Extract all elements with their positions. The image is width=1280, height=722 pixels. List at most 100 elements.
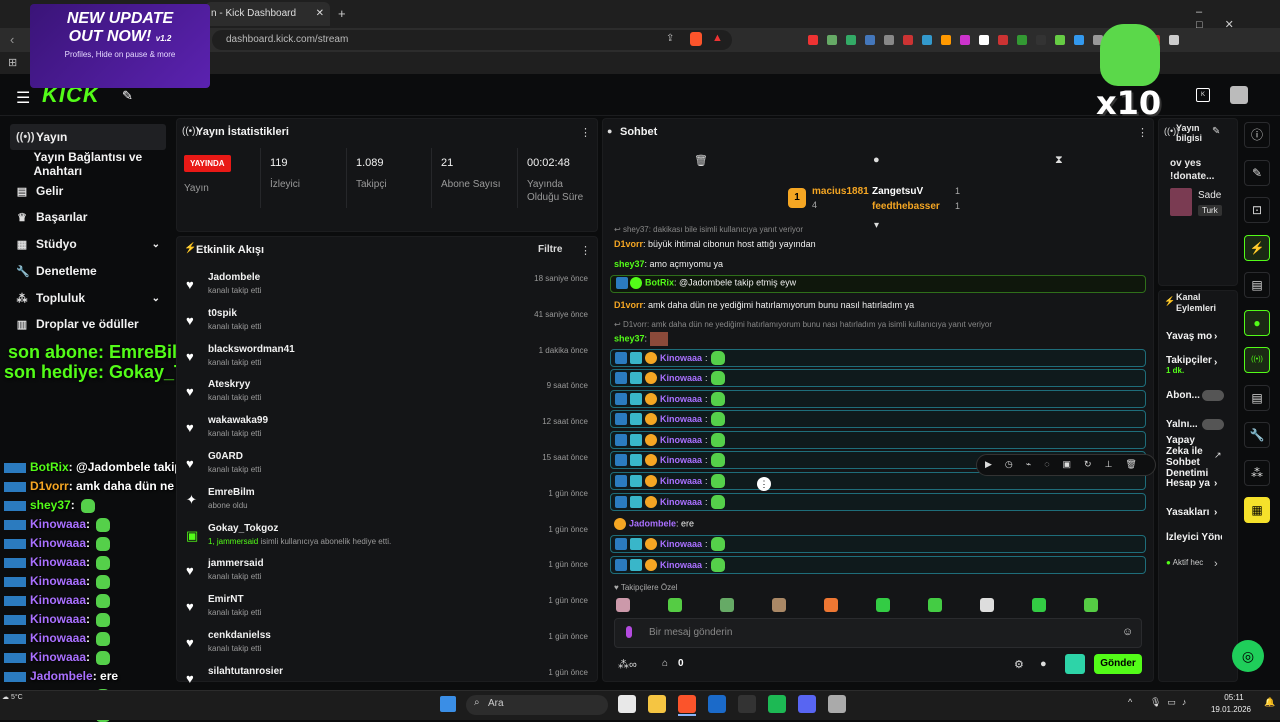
- browser-tab[interactable]: n - Kick Dashboard ✕: [205, 2, 330, 26]
- document-icon[interactable]: ▤: [1244, 272, 1270, 298]
- extension-icon[interactable]: [1055, 35, 1065, 45]
- menu-icon[interactable]: ☰: [16, 88, 30, 108]
- bans-item[interactable]: Yasakları ›: [1166, 507, 1256, 518]
- nodes-icon[interactable]: ⁂: [1244, 459, 1270, 486]
- chat-username[interactable]: shey37: [614, 333, 645, 343]
- new-tab-button[interactable]: +: [338, 6, 346, 21]
- send-button[interactable]: Gönder: [1094, 654, 1142, 674]
- extension-icon[interactable]: [1017, 35, 1027, 45]
- sidebar-item-1[interactable]: Yayın Bağlantısı ve Anahtarı: [10, 150, 166, 178]
- emote-icon[interactable]: [824, 598, 838, 612]
- share-icon[interactable]: ⇪: [666, 33, 674, 44]
- taskbar-app-icon[interactable]: [768, 695, 786, 713]
- hourglass-icon[interactable]: ⧗: [1055, 154, 1063, 167]
- taskbar-app-icon[interactable]: [708, 695, 726, 713]
- chat-username[interactable]: Kinowaaa: [660, 560, 702, 570]
- taskbar-app-icon[interactable]: [828, 695, 846, 713]
- taskbar-search[interactable]: Ara: [466, 695, 608, 715]
- chat-username[interactable]: Kinowaaa: [660, 497, 702, 507]
- chat-username[interactable]: shey37: [614, 259, 645, 269]
- sidebar-item-4[interactable]: ▦ Stüdyo ⌄: [10, 231, 166, 257]
- rewards-icon[interactable]: ▲: [712, 32, 723, 44]
- chat-username[interactable]: D1vorr: [614, 300, 643, 310]
- emote-icon[interactable]: [616, 598, 630, 612]
- leader-first[interactable]: macius1881: [812, 186, 869, 197]
- emote-icon[interactable]: [668, 598, 682, 612]
- viewer-mgmt-item[interactable]: İzleyici Yöneti: [1166, 532, 1222, 543]
- taskbar-app-icon[interactable]: [738, 695, 756, 713]
- store-icon[interactable]: ⌂: [662, 658, 668, 669]
- chat-username[interactable]: D1vorr: [614, 239, 643, 249]
- chat-settings-icon[interactable]: ●: [1040, 658, 1047, 670]
- windows-start-icon[interactable]: [440, 696, 456, 712]
- chat-username[interactable]: Kinowaaa: [660, 353, 702, 363]
- chat-username[interactable]: Kinowaaa: [660, 435, 702, 445]
- apps-icon[interactable]: ⊞: [8, 56, 17, 69]
- followers-mode-item[interactable]: Takipçiler › 1 dk.: [1166, 355, 1256, 375]
- extension-icon[interactable]: [941, 35, 951, 45]
- sidebar-item-3[interactable]: ♛ Başarılar: [10, 204, 166, 230]
- chat-username[interactable]: Kinowaaa: [660, 539, 702, 549]
- extension-icon[interactable]: [1074, 35, 1084, 45]
- chat-username[interactable]: Kinowaaa: [660, 373, 702, 383]
- wrench-icon[interactable]: 🔧: [1244, 422, 1270, 448]
- brave-shield-icon[interactable]: [690, 32, 702, 46]
- layout-icon[interactable]: ▤: [1244, 384, 1270, 411]
- pencil-icon[interactable]: ✎: [1244, 159, 1270, 186]
- emote-icon[interactable]: [1032, 598, 1046, 612]
- chat-username[interactable]: Jadombele: [629, 518, 676, 528]
- ai-moderation-item[interactable]: Yapay Zeka ile Sohbet Denetimi: [1166, 435, 1212, 479]
- mic-icon[interactable]: [626, 626, 632, 638]
- sidebar-item-2[interactable]: ▤ Gelir: [10, 178, 166, 204]
- emote-icon[interactable]: [928, 598, 942, 612]
- leader-third[interactable]: feedthebasser: [872, 201, 940, 212]
- taskbar-app-icon[interactable]: [678, 695, 696, 713]
- camera-icon[interactable]: ⊡: [1244, 197, 1270, 223]
- info-icon[interactable]: ⓘ: [1244, 122, 1270, 148]
- avatar[interactable]: [1230, 86, 1248, 104]
- notification-icon[interactable]: 🔔: [1264, 697, 1275, 708]
- emote-icon[interactable]: [720, 598, 734, 612]
- chat-username[interactable]: Kinowaaa: [660, 414, 702, 424]
- extension-icon[interactable]: [979, 35, 989, 45]
- stats-menu-icon[interactable]: ⋮: [580, 126, 591, 139]
- taskbar-app-icon[interactable]: [618, 695, 636, 713]
- emote-icon[interactable]: [876, 598, 890, 612]
- subs-only-toggle[interactable]: [1202, 390, 1224, 401]
- info-icon[interactable]: ⋮: [757, 477, 771, 491]
- emoji-icon[interactable]: ☺: [1122, 626, 1133, 638]
- extension-icon[interactable]: [1169, 35, 1179, 45]
- chat-username[interactable]: Kinowaaa: [660, 455, 702, 465]
- chat-menu-icon[interactable]: ⋮: [1137, 126, 1148, 139]
- chat-bubble-icon[interactable]: ●: [873, 154, 880, 166]
- settings-icon[interactable]: ⚙: [1014, 658, 1024, 671]
- chat-icon[interactable]: ●: [1244, 309, 1270, 336]
- slow-mode-item[interactable]: Yavaş mo ›: [1166, 331, 1256, 342]
- subs-only-item[interactable]: Abon...: [1166, 390, 1256, 401]
- weather-icon[interactable]: ☁ 5°C: [2, 693, 23, 701]
- edit-icon[interactable]: ✎: [1212, 126, 1220, 137]
- sidebar-item-7[interactable]: ▥ Droplar ve ödüller: [10, 311, 166, 337]
- taskbar-app-icon[interactable]: [648, 695, 666, 713]
- tray-icons[interactable]: 🎙▭♪: [1150, 697, 1192, 708]
- broadcast-icon[interactable]: ((•)): [1244, 347, 1270, 373]
- bolt-icon[interactable]: ⚡: [1244, 234, 1270, 261]
- extension-icon[interactable]: [884, 35, 894, 45]
- url-field[interactable]: dashboard.kick.com/stream: [212, 30, 732, 50]
- external-link-icon[interactable]: ↗: [1214, 450, 1222, 461]
- account-item[interactable]: Hesap ya ›: [1166, 478, 1256, 489]
- sidebar-item-6[interactable]: ⁂ Topluluk ⌄: [10, 285, 166, 311]
- clapper-icon[interactable]: ▦: [1244, 497, 1270, 523]
- emote-icon[interactable]: [772, 598, 786, 612]
- tray-chevron-icon[interactable]: ^: [1128, 697, 1132, 707]
- taskbar-app-icon[interactable]: [798, 695, 816, 713]
- extension-icon[interactable]: [827, 35, 837, 45]
- kick-small-icon[interactable]: K: [1196, 88, 1210, 102]
- chat-username[interactable]: Kinowaaa: [660, 394, 702, 404]
- mod-toolbar[interactable]: ▶◷⌁◌▣↻⊥🗑: [976, 454, 1156, 476]
- extension-icon[interactable]: [865, 35, 875, 45]
- emote-icon[interactable]: [980, 598, 994, 612]
- emote-only-item[interactable]: Yalnı...: [1166, 419, 1256, 430]
- sidebar-item-0[interactable]: ((•)) Yayın: [10, 124, 166, 150]
- extension-icon[interactable]: [903, 35, 913, 45]
